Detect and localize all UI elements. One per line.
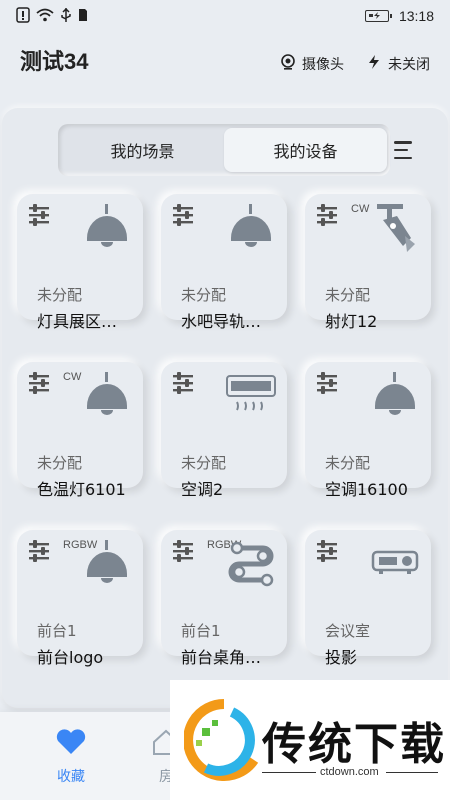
heart-icon bbox=[55, 728, 87, 766]
sliders-icon[interactable] bbox=[317, 372, 337, 394]
header: 测试34 摄像头 未关闭 bbox=[0, 36, 450, 96]
status-icons bbox=[16, 6, 88, 26]
camera-icon bbox=[280, 54, 296, 74]
device-name: 射灯12 bbox=[325, 312, 378, 331]
device-name: 空调2 bbox=[181, 480, 224, 499]
device-card[interactable]: 会议室 投影 bbox=[305, 530, 431, 667]
device-name: 空调16100 bbox=[325, 480, 408, 499]
tab-devices[interactable]: 我的设备 bbox=[224, 128, 387, 172]
device-card[interactable]: RGBW 前台1 前台logo bbox=[17, 530, 143, 667]
device-name: 水吧导轨… bbox=[181, 312, 262, 331]
pendant-lamp-icon bbox=[367, 372, 423, 420]
ad-divider bbox=[262, 772, 316, 773]
wifi-icon bbox=[36, 8, 54, 25]
battery-icon bbox=[364, 10, 392, 22]
device-name: 色温灯6101 bbox=[37, 480, 126, 499]
ad-divider bbox=[386, 772, 438, 773]
camera-button[interactable]: 摄像头 bbox=[280, 54, 344, 74]
camera-label: 摄像头 bbox=[302, 57, 344, 73]
sliders-icon[interactable] bbox=[29, 540, 49, 562]
power-status-label: 未关闭 bbox=[388, 57, 430, 73]
device-card[interactable]: 未分配空调2 bbox=[161, 362, 287, 499]
alert-icon bbox=[16, 6, 30, 26]
device-room: 前台1 bbox=[37, 622, 77, 640]
sim-icon bbox=[78, 8, 88, 25]
device-card[interactable]: 未分配空调16100 bbox=[305, 362, 431, 499]
sliders-icon[interactable] bbox=[317, 204, 337, 226]
device-name: 灯具展区… bbox=[37, 312, 118, 331]
pendant-lamp-icon bbox=[79, 540, 135, 588]
device-card[interactable]: 未分配水吧导轨… bbox=[161, 194, 287, 331]
projector-icon bbox=[367, 540, 423, 588]
ad-url: ctdown.com bbox=[320, 766, 379, 778]
pendant-lamp-icon bbox=[79, 204, 135, 252]
device-room: 未分配 bbox=[181, 454, 227, 472]
device-grid: 未分配 灯具展区… 未分配 水吧导轨… CW 未分配 射灯12 CW 未分配 色温灯6101… bbox=[17, 194, 433, 667]
sliders-icon[interactable] bbox=[29, 204, 49, 226]
usb-icon bbox=[60, 7, 72, 26]
device-room: 前台1 bbox=[181, 622, 221, 640]
device-name: 前台桌角… bbox=[181, 648, 262, 667]
device-card[interactable]: RGBW 前台1 前台桌角… bbox=[161, 530, 287, 667]
sliders-icon[interactable] bbox=[173, 372, 193, 394]
device-card[interactable]: CW 未分配 色温灯6101 bbox=[17, 362, 143, 499]
download-ad-banner[interactable]: 传统下载 ctdown.com bbox=[170, 680, 450, 800]
nav-favorites[interactable]: 收藏 bbox=[55, 728, 87, 786]
nav-favorites-label: 收藏 bbox=[57, 769, 85, 785]
device-room: 未分配 bbox=[181, 286, 227, 304]
tab-scenes[interactable]: 我的场景 bbox=[61, 128, 224, 172]
spotlight-icon bbox=[367, 204, 423, 252]
status-bar: 13:18 bbox=[0, 0, 450, 32]
sliders-icon[interactable] bbox=[173, 540, 193, 562]
device-room: 未分配 bbox=[325, 286, 371, 304]
air-conditioner-icon bbox=[223, 372, 279, 420]
device-room: 未分配 bbox=[37, 454, 83, 472]
lightning-icon bbox=[366, 54, 382, 74]
light-strip-icon bbox=[223, 540, 279, 588]
page-title: 测试34 bbox=[20, 49, 89, 74]
pendant-lamp-icon bbox=[79, 372, 135, 420]
ad-logo-icon bbox=[184, 699, 259, 781]
device-room: 未分配 bbox=[325, 454, 371, 472]
device-card[interactable]: CW 未分配 射灯12 bbox=[305, 194, 431, 331]
power-status-button[interactable]: 未关闭 bbox=[366, 54, 430, 74]
device-room: 会议室 bbox=[325, 622, 371, 640]
view-switcher: 我的场景 我的设备 bbox=[58, 124, 390, 176]
ad-title: 传统下载 bbox=[262, 719, 446, 770]
device-room: 未分配 bbox=[37, 286, 83, 304]
menu-icon[interactable] bbox=[394, 138, 416, 162]
pendant-lamp-icon bbox=[223, 204, 279, 252]
device-name: 前台logo bbox=[37, 648, 104, 667]
sliders-icon[interactable] bbox=[173, 204, 193, 226]
clock: 13:18 bbox=[398, 8, 434, 24]
device-card[interactable]: 未分配灯具展区… bbox=[17, 194, 143, 331]
sliders-icon[interactable] bbox=[317, 540, 337, 562]
sliders-icon[interactable] bbox=[29, 372, 49, 394]
device-name: 投影 bbox=[325, 648, 358, 667]
